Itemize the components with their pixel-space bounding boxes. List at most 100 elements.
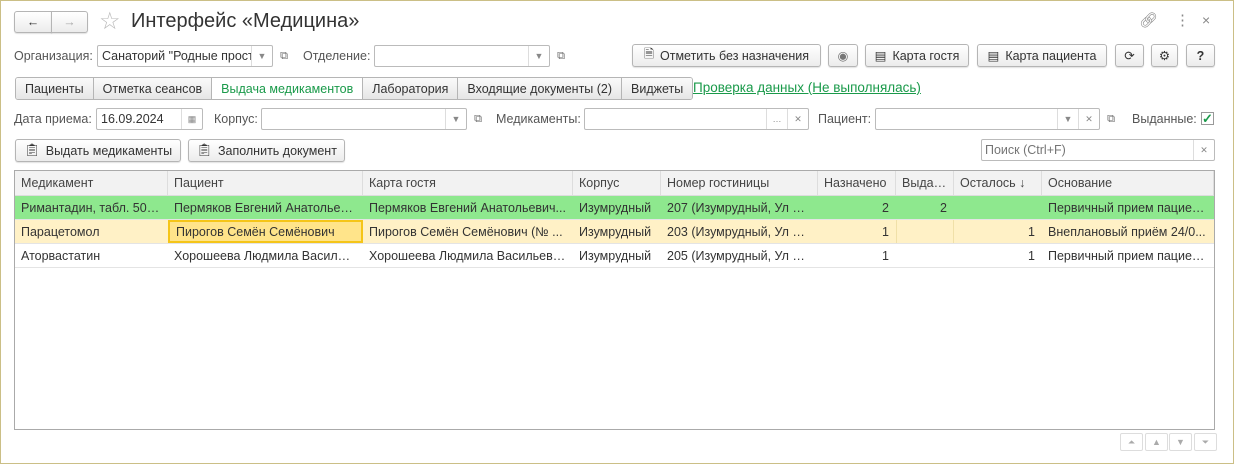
table-cell[interactable]: Изумрудный [573,244,661,267]
clear-icon[interactable]: ✕ [1078,109,1099,129]
table-cell[interactable]: Хорошеева Людмила Васильевна [363,244,573,267]
column-header-label: Корпус [579,176,620,190]
fill-document-button[interactable]: 📋︎ Заполнить документ [188,139,345,162]
column-header[interactable]: Корпус [573,171,661,195]
table-row[interactable]: Аторвастатин Хорошеева Людмила Васильевна… [15,244,1214,268]
table-cell[interactable]: Римантадин, табл. 50 мг [15,196,168,219]
tab-laboratory[interactable]: Лаборатория [363,78,459,99]
table-cell[interactable]: Пирогов Семён Семёнович (№ ... [363,220,573,243]
column-header-label: Пациент [174,176,224,190]
table-cell[interactable]: 203 (Изумрудный, Ул 2м) [661,220,818,243]
column-header-label: Карта гостя [369,176,436,190]
table-cell[interactable] [954,196,1042,219]
table-cell[interactable] [896,244,954,267]
tab-widgets[interactable]: Виджеты [622,78,693,99]
org-label: Организация: [14,49,93,63]
data-check-link[interactable]: Проверка данных (Не выполнялась) [693,80,921,95]
table-cell[interactable]: Пирогов Семён Семёнович [168,220,363,243]
scroll-up-button[interactable]: ▲ [1145,433,1168,451]
open-icon[interactable]: ⧉ [553,48,569,64]
issue-medications-button[interactable]: 📋︎ Выдать медикаменты [15,139,181,162]
calendar-icon[interactable]: ▦ [181,109,202,129]
meds-field[interactable]: … ✕ [584,108,809,130]
table-cell[interactable]: Внеплановый приём 24/0... [1042,220,1214,243]
open-icon[interactable]: ⧉ [1103,111,1119,127]
mark-without-assignment-button[interactable]: 🗎 Отметить без назначения [632,44,821,67]
table-cell[interactable] [896,220,954,243]
table-cell[interactable]: Пермяков Евгений Анатольевич... [363,196,573,219]
clear-icon[interactable]: ✕ [1193,140,1214,160]
table-cell[interactable]: Пермяков Евгений Анатольевич [168,196,363,219]
date-label: Дата приема: [14,112,92,126]
guest-card-button[interactable]: ▤ Карта гостя [865,44,969,67]
column-header[interactable]: Назначено [818,171,896,195]
select-icon[interactable]: … [766,109,787,129]
more-icon[interactable]: ⋮ [1175,11,1190,29]
dropdown-icon[interactable]: ▼ [528,46,549,66]
scroll-bottom-button[interactable]: ⏷ [1194,433,1217,451]
korpus-field[interactable]: ▼ [261,108,467,130]
settings-button[interactable]: ⚙ [1151,44,1178,67]
column-header[interactable]: Основание [1042,171,1214,195]
table-cell[interactable]: Аторвастатин [15,244,168,267]
column-header[interactable]: Выдано [896,171,954,195]
table-cell[interactable]: Хорошеева Людмила Васильевна [168,244,363,267]
star-icon[interactable]: ☆ [99,7,121,36]
guest-card-label: Карта гостя [892,48,960,63]
help-button[interactable]: ? [1186,44,1215,67]
sort-arrow-icon: ↓ [1019,176,1026,190]
column-header[interactable]: Осталось ↓ [954,171,1042,195]
clear-icon[interactable]: ✕ [787,109,808,129]
close-icon[interactable]: × [1202,12,1210,28]
refresh-button[interactable]: ⟳ [1115,44,1144,67]
table-row[interactable]: Парацетомол Пирогов Семён Семёнович Пирого… [15,220,1214,244]
search-input[interactable] [982,142,1193,158]
dept-field[interactable]: ▼ [374,45,550,67]
date-field[interactable]: 16.09.2024 ▦ [96,108,203,130]
table-cell[interactable]: 1 [818,244,896,267]
link-icon[interactable]: 🔗︎ [1139,11,1158,29]
patient-label: Пациент: [818,112,872,126]
table-cell[interactable]: 205 (Изумрудный, Ул 2м) [661,244,818,267]
column-header[interactable]: Пациент [168,171,363,195]
table-cell[interactable]: 1 [818,220,896,243]
table-cell[interactable]: Изумрудный [573,196,661,219]
fill-label: Заполнить документ [217,143,337,158]
table-cell[interactable]: 1 [954,220,1042,243]
column-header[interactable]: Номер гостиницы [661,171,818,195]
open-icon[interactable]: ⧉ [276,48,292,64]
search-field[interactable]: ✕ [981,139,1215,161]
tab-patients[interactable]: Пациенты [16,78,94,99]
tab-sessions[interactable]: Отметка сеансов [93,78,213,99]
column-header[interactable]: Карта гостя [363,171,573,195]
scroll-down-button[interactable]: ▼ [1169,433,1192,451]
patient-card-button[interactable]: ▤ Карта пациента [977,44,1107,67]
org-field[interactable]: Санаторий "Родные просторы"▼ [97,45,273,67]
tab-incoming-documents[interactable]: Входящие документы (2) [458,78,623,99]
back-button[interactable]: ← [14,11,52,33]
dropdown-icon[interactable]: ▼ [445,109,466,129]
refresh-icon: ⟳ [1124,49,1135,63]
table-cell[interactable]: Первичный прием пациента [1042,244,1214,267]
issued-checkbox[interactable]: ✓ [1201,112,1214,125]
mark-label: Отметить без назначения [660,48,810,63]
open-icon[interactable]: ⧉ [470,111,486,127]
card-icon: ▤ [987,49,1000,63]
table-cell[interactable]: Первичный прием пациента [1042,196,1214,219]
fingerprint-button[interactable]: ◉ [828,44,858,67]
patient-field[interactable]: ▼ ✕ [875,108,1100,130]
table-cell[interactable]: 1 [954,244,1042,267]
dropdown-icon[interactable]: ▼ [251,46,272,66]
table-row[interactable]: Римантадин, табл. 50 мг Пермяков Евгений … [15,196,1214,220]
table-cell[interactable]: Изумрудный [573,220,661,243]
issued-label: Выданные: [1132,112,1197,126]
table-cell[interactable]: Парацетомол [15,220,168,243]
column-header[interactable]: Медикамент [15,171,168,195]
table-cell[interactable]: 207 (Изумрудный, Ул 2м) [661,196,818,219]
scroll-top-button[interactable]: ⏶ [1120,433,1143,451]
table-cell[interactable]: 2 [896,196,954,219]
dropdown-icon[interactable]: ▼ [1057,109,1078,129]
table-cell[interactable]: 2 [818,196,896,219]
forward-button[interactable]: → [51,11,88,33]
tab-medication-issue[interactable]: Выдача медикаментов [212,78,364,99]
